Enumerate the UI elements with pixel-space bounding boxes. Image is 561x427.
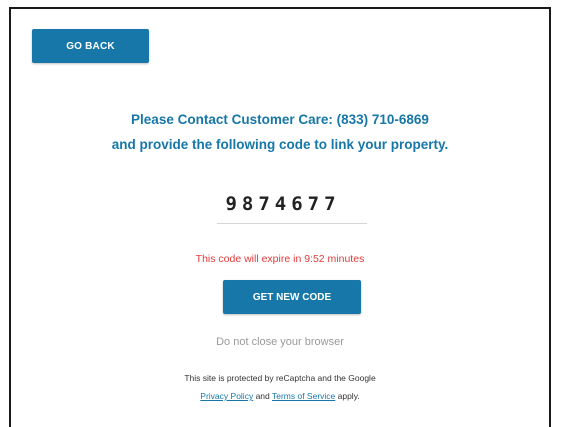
customer-care-message: Please Contact Customer Care: (833) 710-… <box>131 112 429 127</box>
code-expiry-text: This code will expire in 9:52 minutes <box>195 253 365 265</box>
do-not-close-note: Do not close your browser <box>216 336 344 348</box>
recaptcha-and-text: and <box>253 391 272 401</box>
go-back-button[interactable]: GO BACK <box>32 29 149 63</box>
code-divider <box>217 223 367 224</box>
terms-of-service-link[interactable]: Terms of Service <box>272 391 335 401</box>
content-panel: GO BACK Please Contact Customer Care: (8… <box>9 7 551 427</box>
privacy-policy-link[interactable]: Privacy Policy <box>200 391 253 401</box>
recaptcha-notice: This site is protected by reCaptcha and … <box>184 373 376 383</box>
link-code: 9874677 <box>225 193 341 215</box>
link-instructions: and provide the following code to link y… <box>111 137 449 152</box>
recaptcha-links: Privacy Policy and Terms of Service appl… <box>11 391 549 401</box>
get-new-code-button[interactable]: GET NEW CODE <box>223 280 361 314</box>
recaptcha-apply-text: apply. <box>335 391 360 401</box>
